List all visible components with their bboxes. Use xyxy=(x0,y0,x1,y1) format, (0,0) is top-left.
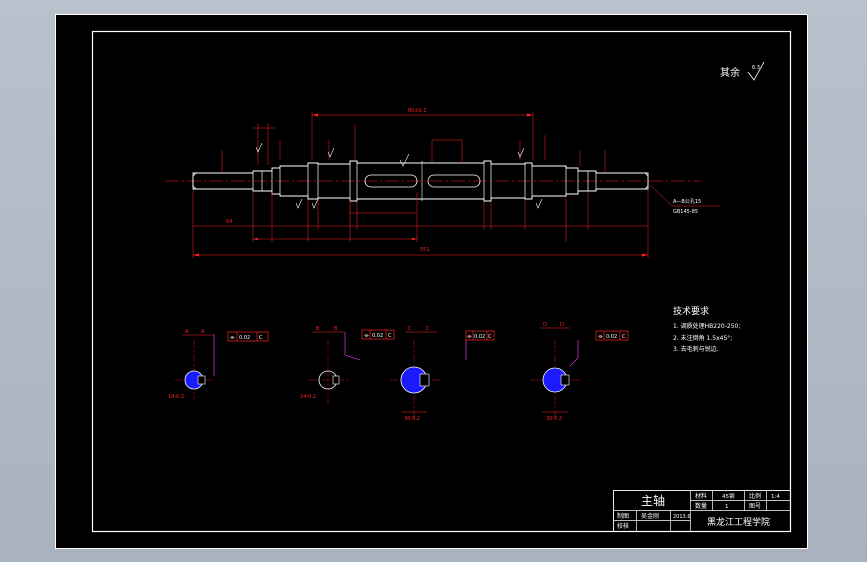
section-a-dim: 18-0.2 xyxy=(168,394,184,400)
svg-text:⌯: ⌯ xyxy=(364,332,369,339)
designer-label: 制图 xyxy=(617,512,629,520)
svg-text:0.02: 0.02 xyxy=(372,333,383,339)
roughness-value: 6.3 xyxy=(752,65,760,71)
svg-text:⌯: ⌯ xyxy=(230,334,235,341)
section-c-dim: 36-0.2 xyxy=(404,416,420,422)
center-hole-std: GB145-85 xyxy=(673,209,698,215)
scale-value: 1:4 xyxy=(771,494,780,500)
part-name: 主轴 xyxy=(641,493,665,508)
svg-text:⌯: ⌯ xyxy=(467,333,472,340)
tech-item-3: 3. 去毛刺与锐边. xyxy=(673,345,719,353)
svg-text:C: C xyxy=(426,326,430,332)
tech-item-2: 2. 未注倒角 1.5x45°; xyxy=(673,334,732,342)
scale-label: 比例 xyxy=(749,492,761,500)
center-hole-spec: A—B公孔15 xyxy=(673,198,701,205)
svg-text:0.02: 0.02 xyxy=(474,334,485,340)
drawing-paper xyxy=(55,14,808,549)
dim-key-length: 80±0.1 xyxy=(408,108,427,114)
section-c-cut: C xyxy=(408,326,412,332)
checker-label: 校核 xyxy=(617,522,629,530)
section-d-cut: D xyxy=(543,322,547,328)
tech-item-1: 1. 调质处理HB220-250; xyxy=(673,322,740,330)
dim-overall-length: 551 xyxy=(420,247,430,253)
section-b-dim: 24-0.2 xyxy=(300,394,316,400)
svg-text:B: B xyxy=(334,326,338,332)
svg-text:C: C xyxy=(259,335,263,341)
designer-name: 吴金刚 xyxy=(641,512,659,520)
drawing-canvas: 其余 6.3 551 80±0.1 64 A—B公孔15 GB145-85 技术… xyxy=(55,14,808,549)
svg-text:D: D xyxy=(560,322,564,328)
svg-text:A: A xyxy=(201,329,205,335)
svg-text:C: C xyxy=(622,334,626,340)
svg-text:C: C xyxy=(488,334,492,340)
svg-text:C: C xyxy=(388,333,392,339)
svg-text:0.02: 0.02 xyxy=(606,334,617,340)
section-d-dim: 30-0.2 xyxy=(546,416,562,422)
drawing-date: 2013.6 xyxy=(673,514,691,520)
qty-label: 数量 xyxy=(695,502,707,510)
drawing-no-label: 图号 xyxy=(749,503,761,510)
svg-text:0.02: 0.02 xyxy=(239,335,250,341)
material-value: 45钢 xyxy=(722,492,735,500)
tech-title: 技术要求 xyxy=(673,305,709,317)
svg-text:⌯: ⌯ xyxy=(598,333,603,340)
school-name: 黑龙江工程学院 xyxy=(707,516,770,528)
dim-end-section: 64 xyxy=(226,219,232,225)
section-a-cut: A xyxy=(185,329,189,335)
roughness-label: 其余 xyxy=(720,66,740,79)
material-label: 材料 xyxy=(695,492,707,500)
section-b-cut: B xyxy=(316,326,320,332)
qty-value: 1 xyxy=(725,504,729,510)
